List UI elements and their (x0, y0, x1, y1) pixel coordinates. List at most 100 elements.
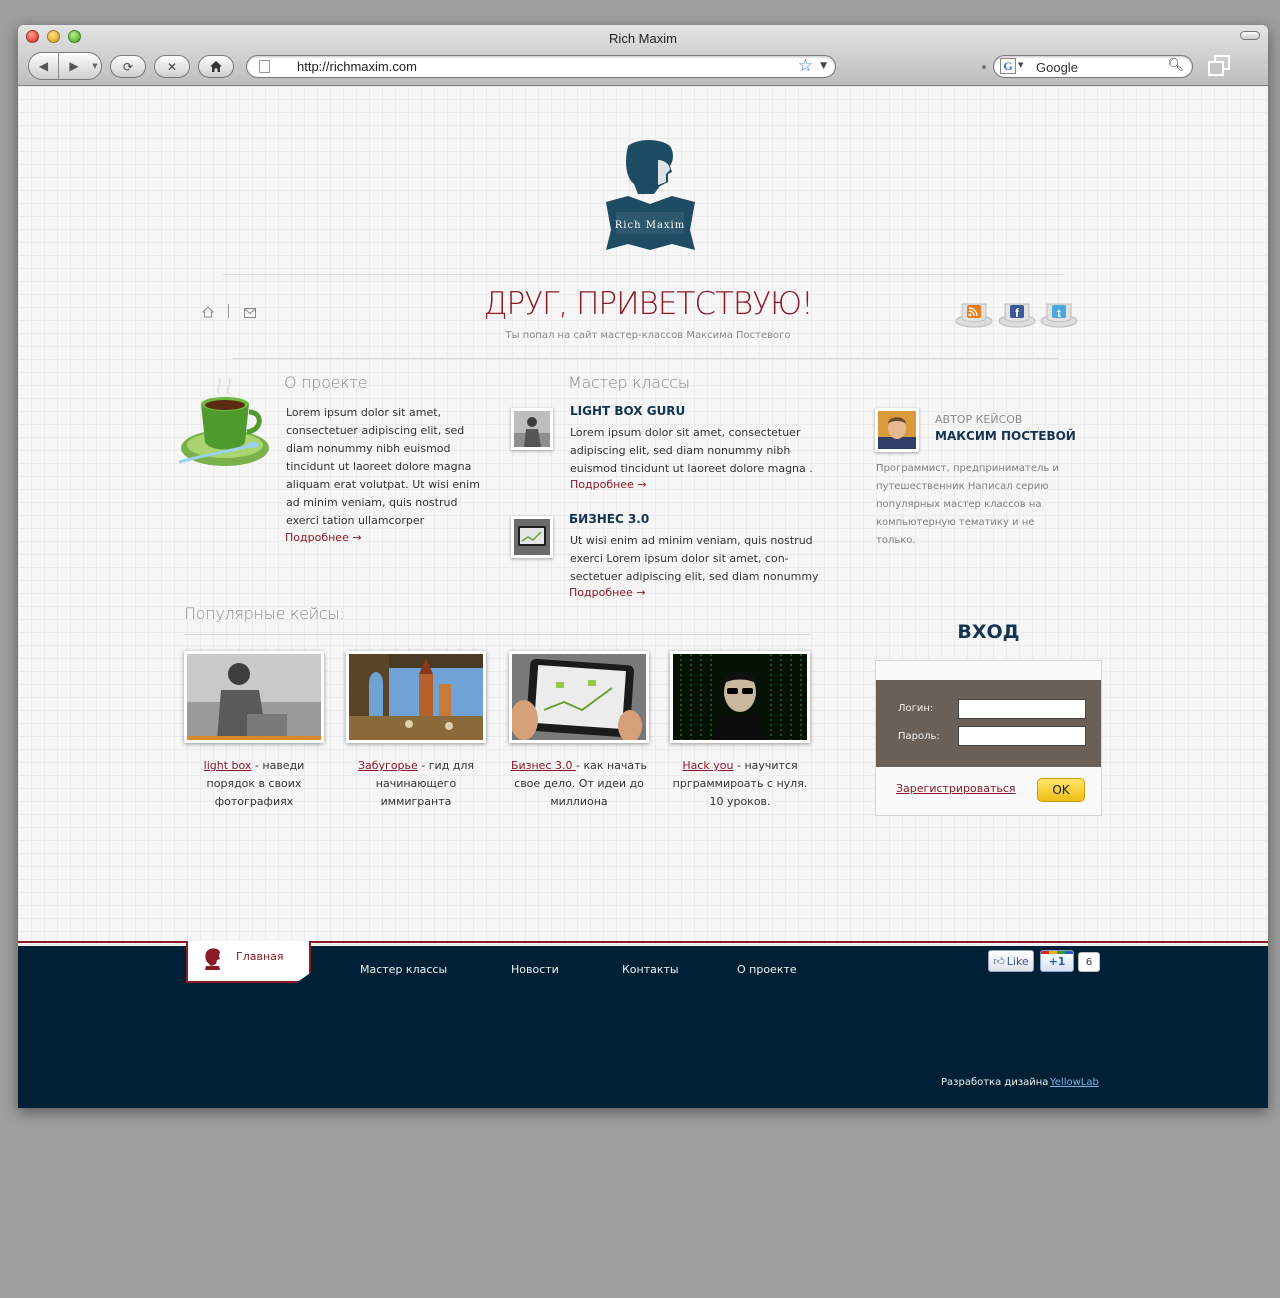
case-image[interactable] (346, 651, 486, 743)
masterclass-thumbnail[interactable] (511, 516, 553, 558)
home-button[interactable] (198, 55, 234, 78)
login-label: Логин: (898, 703, 934, 714)
case-card: light box - наведи порядок в своих фотог… (184, 651, 324, 811)
case-link[interactable]: light box (204, 759, 252, 772)
case-image[interactable] (509, 651, 649, 743)
window-title: Rich Maxim (609, 31, 677, 46)
search-placeholder: Google (1036, 60, 1078, 75)
about-more-link[interactable]: Подробнее → (285, 531, 362, 544)
author-name[interactable]: МАКСИМ ПОСТЕВОЙ (935, 429, 1076, 443)
divider (184, 634, 810, 635)
about-heading: О проекте (284, 373, 368, 392)
case-link[interactable]: Hack you (682, 759, 733, 772)
case-image[interactable] (670, 651, 810, 743)
lightbox-thumbnail-image (514, 411, 550, 447)
stop-icon: ✕ (166, 59, 178, 74)
author-bio: Программист, предприниматель и путешеств… (876, 463, 1059, 546)
rich-maxim-logo[interactable]: Rich Maxim (598, 138, 703, 256)
masterclass-more-link[interactable]: Подробнее → (570, 478, 647, 491)
yellowlab-link[interactable]: YellowLab (1050, 1077, 1099, 1088)
url-dropdown-icon[interactable]: ▼ (820, 61, 827, 71)
masterclass-text: Lorem ipsum dolor sit amet, consectetuer… (570, 426, 813, 475)
page-icon (259, 60, 270, 73)
facebook-like-button[interactable]: 👍︎ Like (988, 950, 1034, 972)
case-card: Hack you - научится прграммироать с нуля… (670, 651, 810, 811)
forward-arrow-icon: ▶ (69, 59, 79, 73)
toolbar-grip[interactable] (982, 65, 986, 69)
divider (233, 358, 1058, 359)
google-plus-one-button[interactable]: +1 (1040, 950, 1074, 972)
case-caption: light box - наведи порядок в своих фотог… (184, 757, 324, 811)
case-image[interactable] (184, 651, 324, 743)
design-credit: Разработка дизайна (941, 1077, 1049, 1088)
page-subheadline: Ты попал на сайт мастер-классов Максима … (505, 330, 791, 341)
footer-nav-home-tab[interactable]: Главная (186, 941, 311, 983)
mail-icon[interactable] (244, 308, 256, 318)
plus-one-count: 6 (1078, 952, 1100, 972)
svg-text:t: t (1057, 308, 1061, 320)
case-caption: Hack you - научится прграммироать с нуля… (670, 757, 810, 811)
engine-dropdown-icon[interactable]: ▼ (1018, 61, 1023, 69)
search-icon[interactable]: 🔍︎ (1167, 58, 1184, 73)
facebook-icon[interactable]: f (998, 296, 1036, 328)
login-heading: ВХОД (957, 621, 1020, 643)
footer-nav-news[interactable]: Новости (511, 963, 559, 976)
login-fields-panel: Логин: Пароль: (876, 680, 1101, 767)
business-case-photo (512, 654, 646, 740)
maxim-head-icon (205, 948, 220, 970)
footer-nav-contacts[interactable]: Контакты (622, 963, 679, 976)
bookmark-star-icon[interactable]: ☆ (798, 56, 813, 76)
footer-nav-about[interactable]: О проекте (737, 963, 797, 976)
page-headline: ДРУГ, ПРИВЕТСТВУЮ! (483, 286, 813, 322)
login-ok-button[interactable]: OK (1037, 778, 1085, 802)
thumbs-up-icon: 👍︎ (993, 954, 1005, 968)
tabs-overview-icon[interactable] (1206, 53, 1232, 79)
masterclass-thumbnail[interactable] (511, 408, 553, 450)
home-icon[interactable] (202, 306, 214, 318)
case-link[interactable]: Забугорье (358, 759, 418, 772)
masterclass-title[interactable]: БИЗНЕС 3.0 (569, 512, 649, 526)
browser-toolbar: Rich Maxim ◀ ▶ ▼ ⟳ ✕ http://richmaxim.co… (18, 25, 1268, 86)
password-label: Пароль: (898, 731, 940, 742)
password-input[interactable] (958, 726, 1086, 746)
reload-icon: ⟳ (122, 59, 134, 74)
abroad-case-photo (349, 654, 483, 740)
history-dropdown-icon[interactable]: ▼ (89, 62, 101, 70)
masterclass-more-link[interactable]: Подробнее → (569, 586, 646, 599)
coffee-cup-icon (178, 377, 269, 466)
about-text: Lorem ipsum dolor sit amet, consectetuer… (286, 406, 480, 527)
lightbox-case-photo (187, 654, 321, 740)
login-form: Логин: Пароль: Зарегистрироваться OK (875, 660, 1102, 816)
logo-text: Rich Maxim (615, 220, 685, 231)
footer-nav-masterclasses[interactable]: Мастер классы (360, 963, 447, 976)
forward-button[interactable]: ▶ (59, 53, 89, 79)
address-bar[interactable]: http://richmaxim.com ☆ ▼ (246, 55, 836, 78)
rss-icon[interactable] (955, 296, 993, 328)
footer-nav-home-label[interactable]: Главная (236, 950, 284, 963)
google-engine-icon[interactable]: G (1000, 58, 1016, 74)
author-label: АВТОР КЕЙСОВ (935, 413, 1023, 426)
register-link[interactable]: Зарегистрироваться (896, 782, 1016, 795)
toolbar-toggle-button[interactable] (1240, 31, 1260, 40)
like-label: Like (1006, 954, 1029, 968)
back-arrow-icon: ◀ (38, 59, 49, 73)
popular-cases-heading: Популярные кейсы: (184, 604, 345, 623)
case-link[interactable]: Бизнес 3.0 (511, 759, 576, 772)
twitter-icon[interactable]: t (1040, 296, 1078, 328)
back-button[interactable]: ◀ (29, 53, 59, 79)
divider (223, 274, 1063, 275)
masterclass-title[interactable]: LIGHT BOX GURU (570, 404, 685, 418)
stop-button[interactable]: ✕ (154, 55, 190, 78)
author-avatar[interactable] (875, 408, 919, 452)
search-field[interactable]: G ▼ Google 🔍︎ (993, 55, 1193, 78)
reload-button[interactable]: ⟳ (110, 55, 146, 78)
hack-case-photo (673, 654, 807, 740)
browser-window: Rich Maxim ◀ ▶ ▼ ⟳ ✕ http://richmaxim.co… (18, 25, 1268, 1108)
case-caption: Бизнес 3.0 - как начать свое дело. От ид… (509, 757, 649, 811)
case-card: Бизнес 3.0 - как начать свое дело. От ид… (509, 651, 649, 811)
case-caption: Забугорье - гид для начинающего иммигран… (346, 757, 486, 811)
web-page: Rich Maxim ДРУГ, ПРИВЕТСТВУЮ! Ты попал н… (18, 86, 1268, 1108)
login-input[interactable] (958, 699, 1086, 719)
masterclass-text: Ut wisi enim ad minim veniam, quis nostr… (570, 534, 819, 583)
address-bar-url[interactable]: http://richmaxim.com (297, 59, 417, 74)
